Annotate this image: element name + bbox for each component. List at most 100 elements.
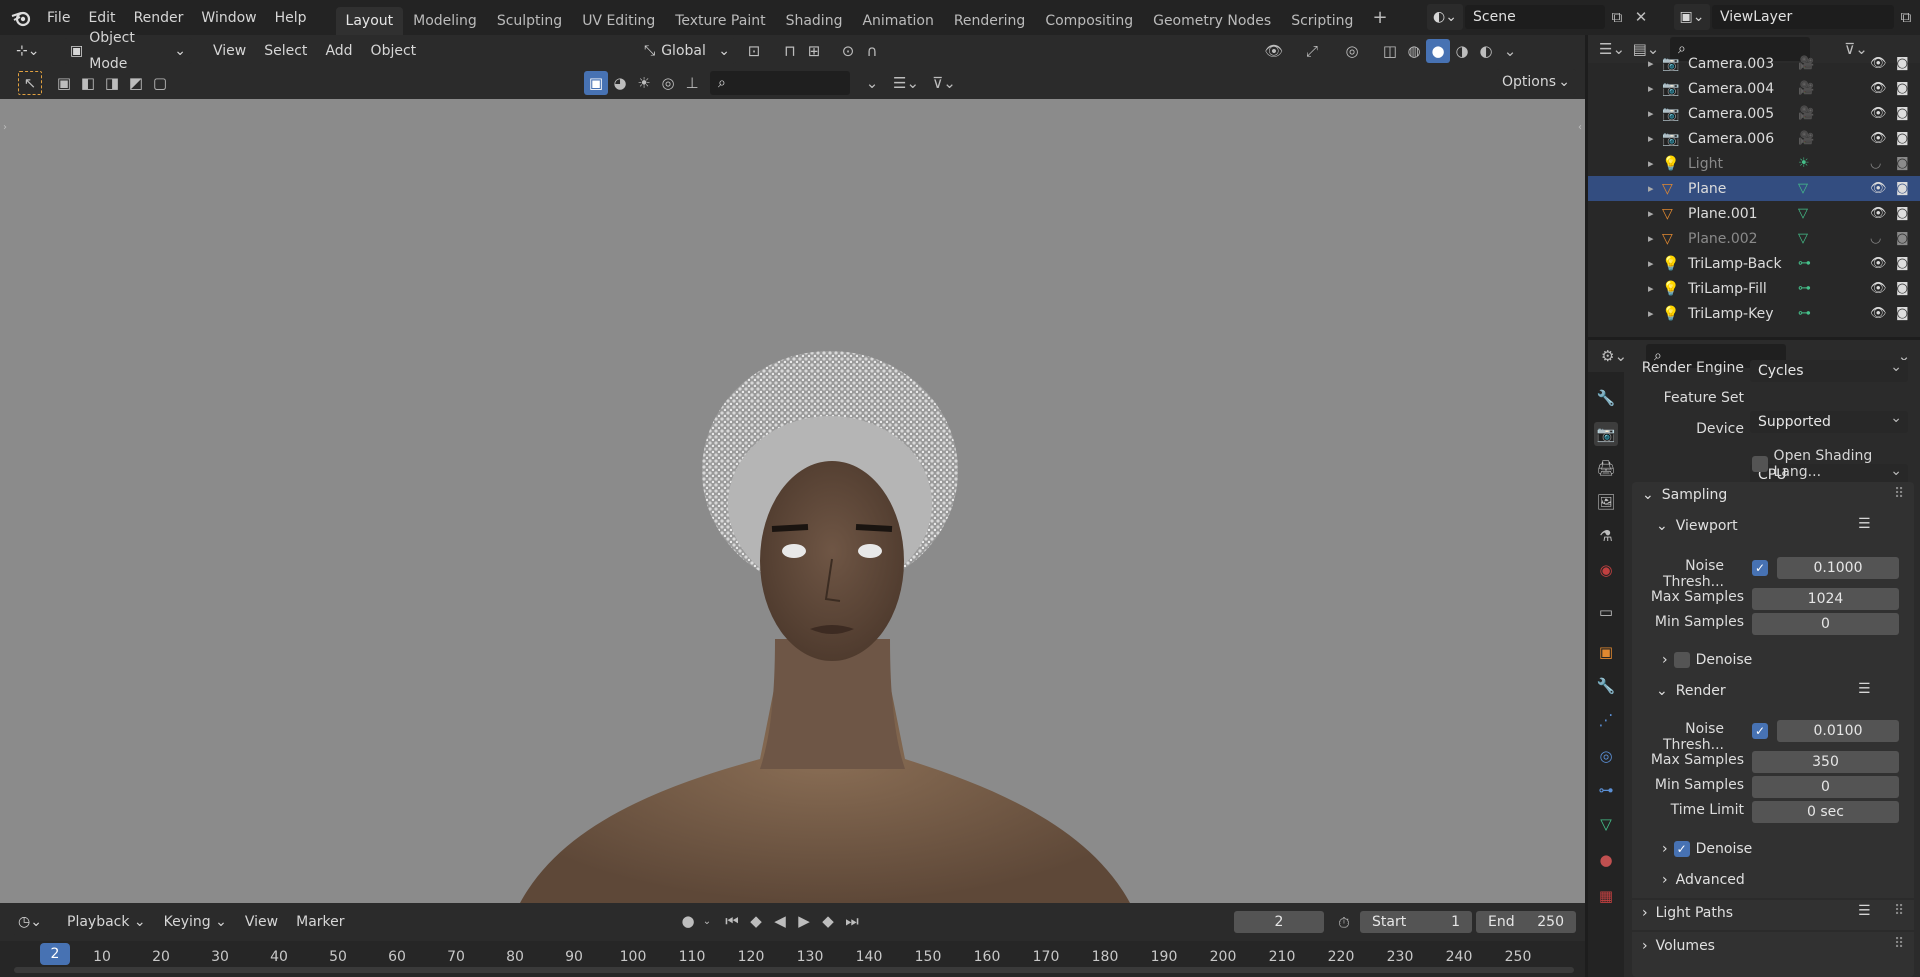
feature-set-dropdown[interactable]: Supported: [1750, 407, 1908, 433]
drag-handle-icon[interactable]: ⠿: [1894, 903, 1904, 919]
rendered-shading-icon[interactable]: ◐: [1474, 39, 1498, 63]
gizmo-icon[interactable]: ⤢: [1300, 39, 1324, 63]
play-icon[interactable]: ▶: [792, 909, 816, 933]
constraint-icon[interactable]: ⊶: [1798, 306, 1838, 321]
render-visibility-icon[interactable]: ◙: [1896, 106, 1909, 121]
overlay-icon[interactable]: ◎: [1340, 39, 1364, 63]
viewport-max-field[interactable]: 1024: [1752, 588, 1899, 610]
expand-arrow-icon[interactable]: ▸: [1648, 57, 1662, 70]
end-frame-field[interactable]: End 250: [1476, 911, 1576, 933]
record-icon[interactable]: ●: [676, 909, 700, 933]
solid-shading-icon[interactable]: ●: [1426, 39, 1450, 63]
outliner-item[interactable]: ▸ 📷 Camera.004 🎥 👁 ◙: [1588, 76, 1920, 101]
outliner-item[interactable]: ▸ 💡 Light ☀ ◡ ◙: [1588, 151, 1920, 176]
outliner-item[interactable]: ▸ ▽ Plane ▽ 👁 ◙: [1588, 176, 1920, 201]
timeline-scrollbar[interactable]: [14, 967, 1574, 973]
menu-file[interactable]: File: [38, 5, 79, 31]
mesh-data-icon[interactable]: ▽: [1798, 181, 1838, 196]
menu-window[interactable]: Window: [192, 5, 265, 31]
drag-handle-icon[interactable]: ⠿: [1894, 936, 1904, 952]
viewport-noise-checkbox[interactable]: ✓: [1752, 560, 1768, 576]
snap-target-icon[interactable]: ⊞: [802, 39, 826, 63]
outliner-item[interactable]: ▸ 💡 TriLamp-Back ⊶ 👁 ◙: [1588, 251, 1920, 276]
expand-arrow-icon[interactable]: ▸: [1648, 257, 1662, 270]
3d-viewport[interactable]: › ‹: [0, 99, 1585, 903]
constraint-tab-icon[interactable]: ⊶: [1594, 778, 1618, 802]
select-box-icon[interactable]: ↖: [18, 71, 42, 95]
display-mode-icon[interactable]: ☰⌄: [893, 71, 919, 95]
outliner-item[interactable]: ▸ 📷 Camera.003 🎥 👁 ◙: [1588, 51, 1920, 76]
presets-list-icon[interactable]: ☰: [1858, 516, 1871, 532]
outliner-item[interactable]: ▸ 📷 Camera.006 🎥 👁 ◙: [1588, 126, 1920, 151]
select-extend-icon[interactable]: ◧: [76, 71, 100, 95]
render-tab-icon[interactable]: 📷: [1594, 422, 1618, 446]
filter-world-icon[interactable]: ◎: [656, 71, 680, 95]
tab-sculpting[interactable]: Sculpting: [487, 7, 572, 35]
mesh-data-icon[interactable]: ▽: [1798, 231, 1838, 246]
outliner-item[interactable]: ▸ 📷 Camera.005 🎥 👁 ◙: [1588, 101, 1920, 126]
filter-mesh-icon[interactable]: ◕: [608, 71, 632, 95]
render-denoise-checkbox[interactable]: ✓: [1673, 841, 1690, 857]
view-layer-tab-icon[interactable]: 🖼: [1594, 490, 1618, 514]
render-max-field[interactable]: 350: [1752, 751, 1899, 773]
light-data-icon[interactable]: ☀: [1798, 156, 1838, 171]
tool-tab-icon[interactable]: 🔧: [1594, 386, 1618, 410]
blender-logo-icon[interactable]: [8, 6, 34, 30]
eye-icon[interactable]: 👁: [1870, 281, 1887, 296]
scene-tab-icon[interactable]: ⚗: [1594, 524, 1618, 548]
delete-scene-icon[interactable]: ✕: [1629, 5, 1653, 29]
current-frame-field[interactable]: 2: [1234, 911, 1324, 933]
timeline-ruler[interactable]: 10 20 30 40 50 60 70 80 90 100 110 120 130 140 150 160 1…: [0, 941, 1585, 977]
hidden-icon[interactable]: ◡: [1870, 231, 1881, 246]
viewport-denoise-header[interactable]: › Denoise: [1662, 652, 1752, 668]
viewport-menu-select[interactable]: Select: [255, 38, 316, 64]
outliner-item[interactable]: ▸ ▽ Plane.002 ▽ ◡ ◙: [1588, 226, 1920, 251]
outliner-item[interactable]: ▸ 💡 TriLamp-Fill ⊶ 👁 ◙: [1588, 276, 1920, 301]
render-visibility-icon[interactable]: ◙: [1896, 306, 1909, 321]
visibility-icon[interactable]: 👁: [1262, 39, 1286, 63]
mode-selector[interactable]: ▣ Object Mode ⌄: [64, 30, 192, 72]
scene-name-field[interactable]: Scene: [1465, 5, 1605, 29]
viewport-menu-object[interactable]: Object: [362, 38, 426, 64]
object-tab-icon[interactable]: ▣: [1594, 640, 1618, 664]
expand-arrow-icon[interactable]: ▸: [1648, 132, 1662, 145]
particles-tab-icon[interactable]: ⋰: [1594, 708, 1618, 732]
tab-animation[interactable]: Animation: [852, 7, 943, 35]
select-new-icon[interactable]: ▣: [52, 71, 76, 95]
viewport-subpanel-header[interactable]: ⌄ Viewport: [1656, 518, 1738, 534]
light-paths-header[interactable]: › Light Paths: [1642, 905, 1733, 921]
restrict-select-icon[interactable]: ▣: [584, 71, 608, 95]
expand-arrow-icon[interactable]: ▸: [1648, 207, 1662, 220]
advanced-header[interactable]: › Advanced: [1662, 872, 1745, 888]
select-invert-icon[interactable]: ◩: [124, 71, 148, 95]
viewport-noise-field[interactable]: 0.1000: [1777, 557, 1899, 579]
new-viewlayer-icon[interactable]: ⧉: [1894, 5, 1918, 29]
expand-arrow-icon[interactable]: ▸: [1648, 282, 1662, 295]
tab-rendering[interactable]: Rendering: [944, 7, 1036, 35]
volumes-header[interactable]: › Volumes: [1642, 938, 1715, 954]
viewport-menu-view[interactable]: View: [204, 38, 255, 64]
expand-arrow-icon[interactable]: ▸: [1648, 307, 1662, 320]
select-subtract-icon[interactable]: ◨: [100, 71, 124, 95]
filter-dropdown-icon[interactable]: ⌄: [860, 71, 884, 95]
proportional-edit-icon[interactable]: ⊙: [836, 39, 860, 63]
record-options-icon[interactable]: ⌄: [700, 909, 714, 933]
time-limit-field[interactable]: 0 sec: [1752, 801, 1899, 823]
tab-texture-paint[interactable]: Texture Paint: [665, 7, 775, 35]
eye-icon[interactable]: 👁: [1870, 306, 1887, 321]
render-visibility-icon[interactable]: ◙: [1896, 81, 1909, 96]
hidden-icon[interactable]: ◡: [1870, 156, 1881, 171]
presets-list-icon[interactable]: ☰: [1858, 903, 1871, 919]
tab-modeling[interactable]: Modeling: [403, 7, 487, 35]
material-shading-icon[interactable]: ◑: [1450, 39, 1474, 63]
tab-uv-editing[interactable]: UV Editing: [572, 7, 665, 35]
filter-light-icon[interactable]: ☀: [632, 71, 656, 95]
menu-help[interactable]: Help: [266, 5, 316, 31]
drag-handle-icon[interactable]: ⠿: [1894, 486, 1904, 502]
physics-tab-icon[interactable]: ◎: [1594, 744, 1618, 768]
viewport-menu-add[interactable]: Add: [316, 38, 361, 64]
tab-scripting[interactable]: Scripting: [1281, 7, 1363, 35]
scene-browse-button[interactable]: ◐⌄: [1427, 4, 1463, 30]
eye-icon[interactable]: 👁: [1870, 81, 1887, 96]
render-visibility-icon[interactable]: ◙: [1896, 256, 1909, 271]
